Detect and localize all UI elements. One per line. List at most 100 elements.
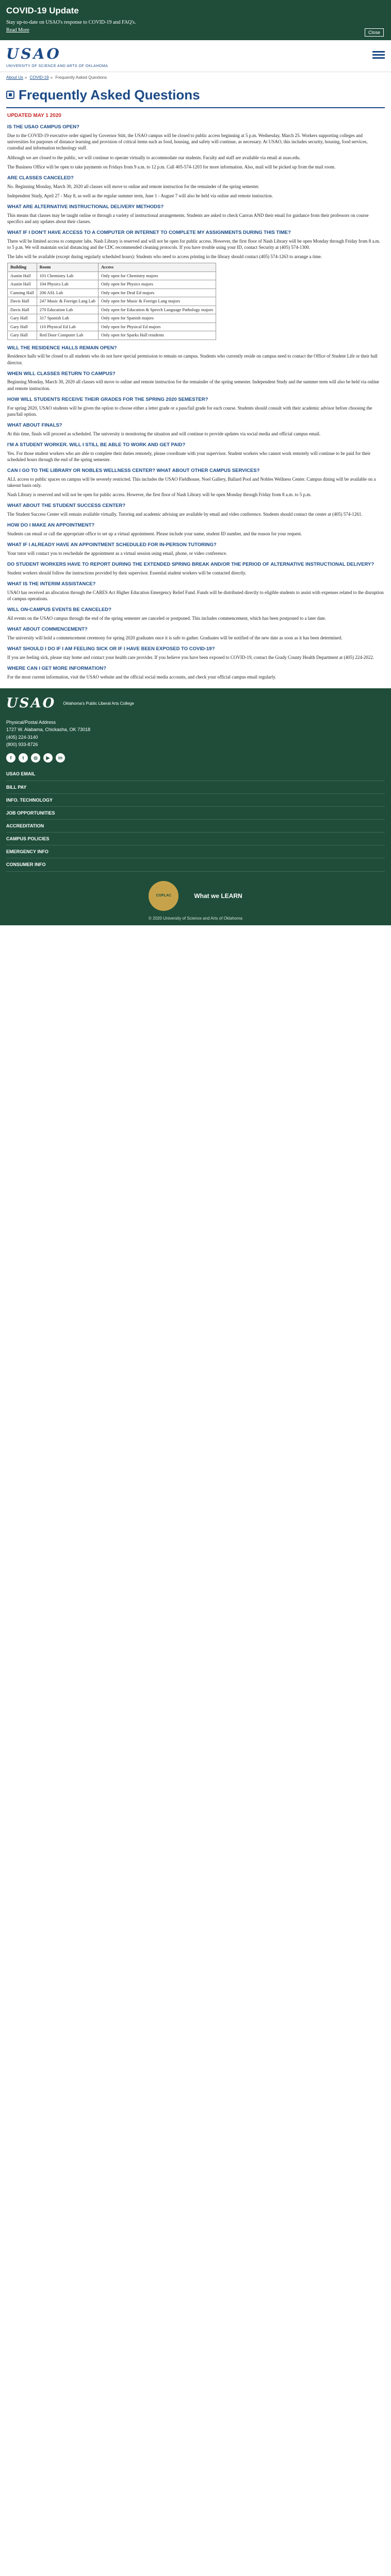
alert-text: Stay up-to-date on USAO's response to CO… <box>6 19 136 25</box>
page-icon <box>6 91 14 99</box>
site-header: USAO UNIVERSITY OF SCIENCE AND ARTS OF O… <box>0 40 391 72</box>
faq-question: WHAT ARE ALTERNATIVE INSTRUCTIONAL DELIV… <box>7 204 164 210</box>
faq-question: WHAT IF I ALREADY HAVE AN APPOINTMENT SC… <box>7 542 217 548</box>
table-cell: Only open for Physics majors <box>97 280 217 289</box>
coplac-seal[interactable]: COPLAC <box>149 880 179 911</box>
faq-question: WILL THE RESIDENCE HALLS REMAIN OPEN? <box>7 345 117 351</box>
table-header: Access <box>97 263 217 272</box>
alert-read-more-link[interactable]: Read More <box>6 27 385 34</box>
page-title: Frequently Asked Questions <box>19 87 200 103</box>
faq-question: HOW DO I MAKE AN APPOINTMENT? <box>7 522 95 529</box>
footer-link-consumer[interactable]: CONSUMER INFO <box>6 858 385 872</box>
table-row: Davis Hall 247 Music & Foreign Lang Lab On… <box>7 297 217 306</box>
faq-answer: The Business Office will be open to take… <box>7 164 336 170</box>
table-row: Gary Hall Red Door Computer Lab Only open … <box>7 331 217 340</box>
youtube-icon[interactable]: ▶ <box>43 753 53 763</box>
faq-answer: Beginning Monday, March 30, 2020 all cla… <box>7 379 380 391</box>
twitter-icon[interactable]: t <box>19 753 28 763</box>
title-divider <box>6 107 385 108</box>
table-cell: 101 Chemistry Lab <box>36 271 99 281</box>
what-we-learn-logo[interactable]: What we LEARN <box>194 892 242 900</box>
faq-answer: For the most current information, visit … <box>7 674 276 680</box>
faq-answer: Due to the COVID-19 executive order sign… <box>7 133 368 151</box>
table-cell: Canning Hall <box>7 288 37 298</box>
faq-question: WHAT ABOUT THE STUDENT SUCCESS CENTER? <box>7 503 126 509</box>
faq-answer: Residence halls will be closed to all st… <box>7 353 378 365</box>
footer-link-policies[interactable]: CAMPUS POLICIES <box>6 833 385 846</box>
faq-question: WHAT ABOUT FINALS? <box>7 422 62 428</box>
footer-logo[interactable]: USAO <box>6 694 56 713</box>
breadcrumb-current: Frequently Asked Questions <box>55 75 107 80</box>
footer-tagline: Oklahoma's Public Liberal Arts College <box>63 701 134 706</box>
usao-logo[interactable]: USAO <box>6 44 385 64</box>
table-cell: Only open for Deaf Ed majors <box>97 288 217 298</box>
table-row: Gary Hall 110 Physical Ed Lab Only open fo… <box>7 322 217 332</box>
alert-title: COVID-19 Update <box>6 6 79 15</box>
breadcrumb-covid[interactable]: COVID-19 <box>30 75 49 80</box>
footer-badges: COPLAC What we LEARN <box>6 880 385 911</box>
table-cell: 206 ASL Lab <box>36 288 99 298</box>
social-links: f t ◎ ▶ in <box>6 753 385 763</box>
faq-question: WILL ON-CAMPUS EVENTS BE CANCELED? <box>7 607 111 613</box>
faq-answer: The labs will be available (except durin… <box>7 254 322 260</box>
footer-link-jobs[interactable]: JOB OPPORTUNITIES <box>6 807 385 820</box>
faq-question: DO STUDENT WORKERS HAVE TO REPORT DURING… <box>7 561 374 567</box>
faq-question: CAN I GO TO THE LIBRARY OR NOBLES WELLNE… <box>7 467 260 473</box>
faq-answer: Independent Study, April 27 - May 8, as … <box>7 193 273 198</box>
table-cell: Austin Hall <box>7 271 37 281</box>
faq-question: WHAT IS THE INTERIM ASSISTANCE? <box>7 581 96 587</box>
footer-link-billpay[interactable]: BILL PAY <box>6 781 385 794</box>
faq-question: WHEN WILL CLASSES RETURN TO CAMPUS? <box>7 370 116 377</box>
faq-answer: All events on the USAO campus through th… <box>7 615 327 621</box>
table-row: Austin Hall 104 Physics Lab Only open for … <box>7 280 217 289</box>
faq-answer: At this time, finals will proceed as sch… <box>7 431 321 436</box>
table-cell: Only open for Chemistry majors <box>97 271 217 281</box>
address-label: Physical/Postal Address <box>6 719 56 725</box>
table-cell: Davis Hall <box>7 305 37 315</box>
site-footer: USAO Oklahoma's Public Liberal Arts Coll… <box>0 688 391 926</box>
phone[interactable]: (405) 224-3140 <box>6 734 385 741</box>
faq-answer: Nash Library is reserved and will not be… <box>7 492 312 497</box>
faq-answer: USAO has received an allocation through … <box>7 589 384 601</box>
faq-question: WHAT IF I DON'T HAVE ACCESS TO A COMPUTE… <box>7 230 291 236</box>
faq-question: HOW WILL STUDENTS RECEIVE THEIR GRADES F… <box>7 396 208 402</box>
logo-subtitle: UNIVERSITY OF SCIENCE AND ARTS OF OKLAHO… <box>6 64 108 68</box>
page-title-row: Frequently Asked Questions <box>0 84 391 107</box>
facebook-icon[interactable]: f <box>6 753 15 763</box>
footer-link-email[interactable]: USAO EMAIL <box>6 768 385 781</box>
table-row: Davis Hall 270 Education Lab Only open for… <box>7 305 217 315</box>
table-cell: Gary Hall <box>7 331 37 340</box>
footer-link-it[interactable]: INFO. TECHNOLOGY <box>6 794 385 807</box>
toll-free-phone[interactable]: (800) 933-8726 <box>6 741 385 748</box>
footer-logo-row: USAO Oklahoma's Public Liberal Arts Coll… <box>6 694 385 713</box>
faq-answer: ALL access to public spaces on campus wi… <box>7 476 376 488</box>
footer-links: USAO EMAIL BILL PAY INFO. TECHNOLOGY JOB… <box>6 768 385 872</box>
footer-link-emergency[interactable]: EMERGENCY INFO <box>6 845 385 859</box>
alert-close-button[interactable]: Close <box>364 28 384 37</box>
faq-answer: Your tutor will contact you to reschedul… <box>7 550 227 556</box>
covid-alert-banner: COVID-19 Update Stay up-to-date on USAO'… <box>0 0 391 40</box>
table-cell: 104 Physics Lab <box>36 280 99 289</box>
faq-answer: The university will hold a commencement … <box>7 635 343 640</box>
table-cell: Davis Hall <box>7 297 37 306</box>
instagram-icon[interactable]: ◎ <box>31 753 40 763</box>
breadcrumb: About Us» COVID-19» Frequently Asked Que… <box>6 75 107 80</box>
faq-question: IS THE USAO CAMPUS OPEN? <box>7 124 79 130</box>
table-cell: Only open for Sparks Hall residents <box>97 331 217 340</box>
faq-answer: Students can email or call the appropria… <box>7 531 302 536</box>
table-header: Room <box>36 263 99 272</box>
table-cell: Only open for Physical Ed majors <box>97 322 217 332</box>
table-cell: Only open for Music & Foreign Lang major… <box>97 297 217 306</box>
table-cell: Red Door Computer Lab <box>36 331 99 340</box>
faq-content: UPDATED MAY 1 2020 IS THE USAO CAMPUS OP… <box>0 112 391 688</box>
faq-answer: Although we are closed to the public, we… <box>7 155 301 160</box>
breadcrumb-about[interactable]: About Us <box>6 75 23 80</box>
faq-answer: For spring 2020, USAO students will be g… <box>7 405 372 417</box>
hamburger-menu-icon[interactable] <box>372 49 385 60</box>
linkedin-icon[interactable]: in <box>56 753 65 763</box>
table-row: Austin Hall 101 Chemistry Lab Only open fo… <box>7 271 217 281</box>
footer-link-accreditation[interactable]: ACCREDITATION <box>6 820 385 833</box>
table-row: Gary Hall 317 Spanish Lab Only open for Sp… <box>7 314 217 323</box>
lab-access-table: Building Room Access Austin Hall 101 Chem… <box>7 263 217 340</box>
faq-answer: The Student Success Center will remain a… <box>7 511 363 517</box>
